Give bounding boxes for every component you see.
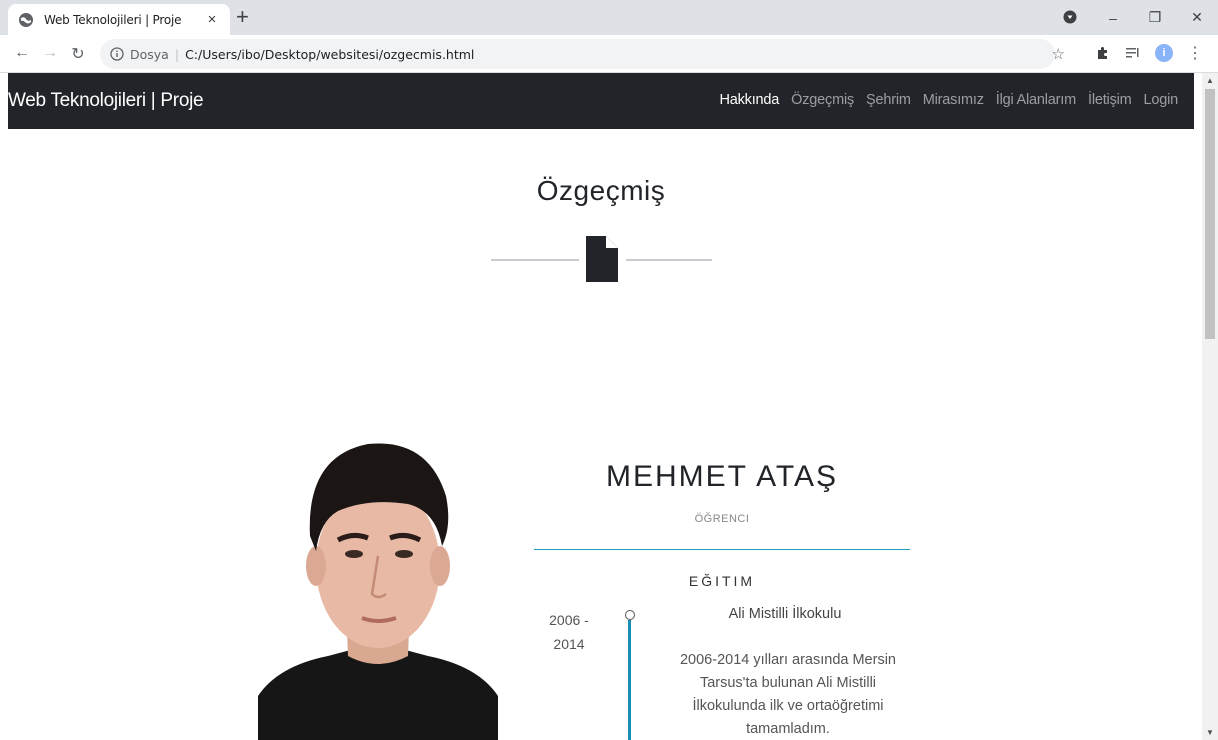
- nav-link-login[interactable]: Login: [1144, 92, 1179, 108]
- tab-title: Web Teknolojileri | Proje: [44, 12, 182, 27]
- scroll-up-icon[interactable]: ▲: [1206, 76, 1214, 85]
- section-title: Özgeçmiş: [536, 175, 666, 206]
- timeline-dot: [625, 610, 635, 620]
- menu-kebab-icon[interactable]: ⋮: [1187, 43, 1203, 63]
- close-window-icon[interactable]: ✕: [1176, 9, 1218, 26]
- browser-tab-bar: Web Teknolojileri | Proje × + – ❐ ✕: [0, 0, 1218, 35]
- puzzle-icon[interactable]: [1095, 45, 1111, 61]
- page-viewport: Web Teknolojileri | Proje Hakkında Özgeç…: [0, 73, 1218, 740]
- page-scrollbar[interactable]: ▲ ▼: [1202, 73, 1218, 740]
- forward-arrow-icon[interactable]: →: [40, 44, 60, 62]
- media-control-icon[interactable]: [1063, 10, 1077, 24]
- restore-icon[interactable]: ❐: [1134, 9, 1176, 26]
- years-start: 2006 -: [549, 612, 589, 628]
- education-heading: EĞITIM: [688, 573, 756, 589]
- timeline-line: [628, 620, 631, 740]
- browser-toolbar: ← → ↻ Dosya | C:/Users/ibo/Desktop/websi…: [0, 35, 1218, 73]
- window-controls: – ❐ ✕: [1092, 0, 1218, 35]
- profile-divider: [534, 549, 910, 550]
- browser-tab[interactable]: Web Teknolojileri | Proje ×: [8, 4, 230, 35]
- reload-icon[interactable]: ↻: [68, 44, 88, 64]
- divider-right: [626, 259, 712, 261]
- new-tab-button[interactable]: +: [236, 6, 249, 28]
- bookmark-star-icon[interactable]: ☆: [1052, 45, 1065, 63]
- nav-link-iletisim[interactable]: İletişim: [1088, 92, 1132, 108]
- info-icon[interactable]: [110, 47, 124, 61]
- nav-link-sehrim[interactable]: Şehrim: [866, 92, 911, 108]
- site-navbar: Web Teknolojileri | Proje Hakkında Özgeç…: [8, 73, 1194, 129]
- nav-link-ilgi-alanlarim[interactable]: İlgi Alanlarım: [996, 92, 1076, 108]
- scroll-down-icon[interactable]: ▼: [1206, 728, 1214, 737]
- site-brand[interactable]: Web Teknolojileri | Proje: [8, 90, 204, 112]
- address-bar[interactable]: Dosya | C:/Users/ibo/Desktop/websitesi/o…: [100, 39, 1065, 69]
- globe-icon: [19, 12, 33, 27]
- nav-link-hakkinda[interactable]: Hakkında: [719, 92, 779, 108]
- scrollbar-thumb[interactable]: [1205, 89, 1215, 339]
- nav-links: Hakkında Özgeçmiş Şehrim Mirasımız İlgi …: [719, 92, 1178, 108]
- minimize-icon[interactable]: –: [1092, 10, 1134, 26]
- divider-left: [491, 259, 579, 261]
- close-icon[interactable]: ×: [204, 11, 220, 28]
- years-end: 2014: [553, 636, 585, 652]
- education-years: 2006 - 2014: [541, 608, 597, 656]
- school-name: Ali Mistilli İlkokulu: [728, 606, 842, 622]
- profile-name: MEHMET ATAŞ: [605, 460, 839, 493]
- reading-list-icon[interactable]: [1125, 45, 1141, 61]
- education-description: 2006-2014 yılları arasında Mersin Tarsus…: [679, 652, 896, 737]
- nav-link-ozgecmis[interactable]: Özgeçmiş: [791, 92, 854, 108]
- address-scheme: Dosya: [130, 46, 169, 62]
- extension-icons: i ⋮: [1095, 43, 1203, 63]
- address-url: C:/Users/ibo/Desktop/websitesi/ozgecmis.…: [185, 46, 475, 62]
- profile-role: ÖĞRENCI: [694, 513, 750, 525]
- address-separator: |: [174, 46, 180, 62]
- back-arrow-icon[interactable]: ←: [12, 44, 32, 62]
- profile-avatar[interactable]: i: [1155, 44, 1173, 62]
- nav-link-mirasimiz[interactable]: Mirasımız: [923, 92, 984, 108]
- document-icon: [586, 236, 618, 282]
- profile-photo: [258, 416, 498, 740]
